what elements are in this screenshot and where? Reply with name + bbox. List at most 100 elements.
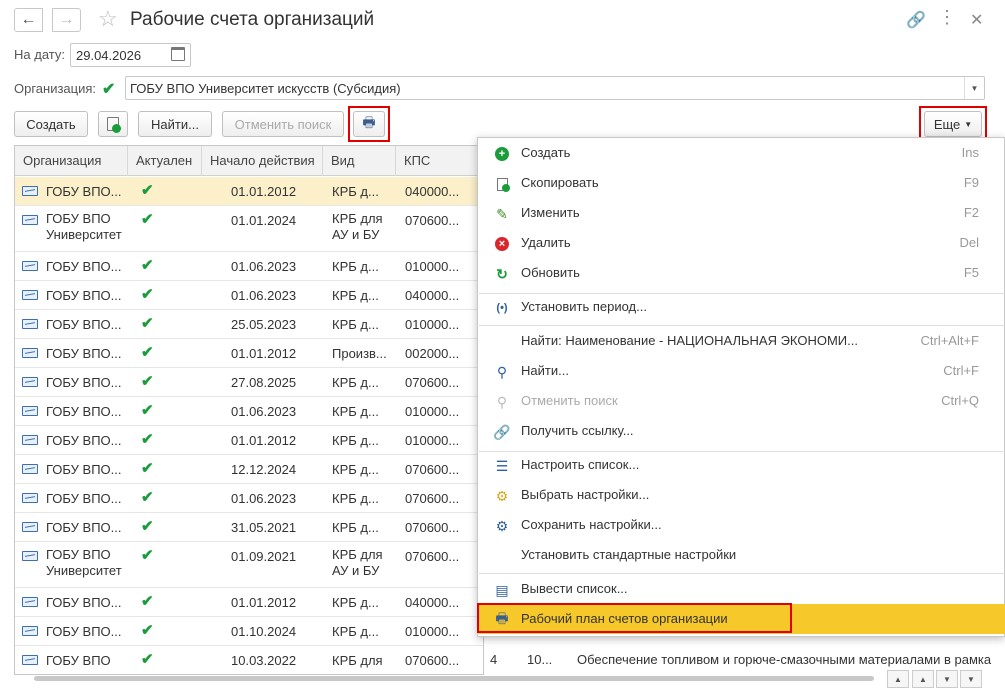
cell-start-date: 01.01.2024 [231, 213, 297, 228]
menu-item-set-period[interactable]: (•) Установить период... [478, 292, 1005, 322]
menu-item-find-name[interactable]: Найти: Наименование - НАЦИОНАЛЬНАЯ ЭКОНО… [478, 326, 1005, 356]
table-row[interactable]: ГОБУ ВПО... 31.05.2021 КРБ д... 070600... ✔ [15, 513, 483, 542]
table-header: Организация Актуален Начало действия Вид… [15, 146, 483, 176]
table-row[interactable]: ГОБУ ВПО... 01.01.2012 Произв... 002000... ✔ [15, 339, 483, 368]
menu-item-shortcut: Ctrl+Alt+F [920, 333, 979, 348]
menu-item-configure-list[interactable]: ☰ Настроить список... [478, 450, 1005, 480]
more-vertical-icon[interactable]: ⋮ [938, 7, 956, 28]
table-row[interactable]: ГОБУ ВПО... 01.01.2012 КРБ д... 010000... ✔ [15, 426, 483, 455]
menu-item-edit[interactable]: ✎ Изменить F2 [478, 198, 1005, 228]
column-active[interactable]: Актуален [128, 146, 202, 176]
date-field[interactable]: 29.04.2026 [70, 43, 191, 67]
horizontal-scrollbar[interactable] [34, 676, 874, 681]
cell-start-date: 01.06.2023 [231, 491, 297, 506]
copy-button[interactable] [98, 111, 128, 137]
menu-item-save-settings[interactable]: ⚙ Сохранить настройки... [478, 510, 1005, 540]
menu-item-copy[interactable]: Скопировать F9 [478, 168, 1005, 198]
scroll-up-icon[interactable]: ▲ [912, 670, 934, 688]
cancel-search-button[interactable]: Отменить поиск [222, 111, 344, 137]
menu-item-export-list[interactable]: ▤ Вывести список... [478, 574, 1005, 604]
account-record-icon [22, 551, 38, 561]
folder-settings-icon: ⚙ [495, 487, 509, 504]
active-check-icon: ✔ [141, 489, 154, 506]
cell-organization: ГОБУ ВПО... [46, 433, 122, 448]
cell-kind: КРБ д... [332, 624, 379, 639]
org-label: Организация: [14, 81, 97, 96]
menu-item-cancel-search[interactable]: ⚲ Отменить поиск Ctrl+Q [478, 386, 1005, 416]
highlight-frame-more [919, 106, 987, 140]
last-row-col7: 10... [527, 652, 553, 667]
active-check-icon: ✔ [141, 182, 154, 199]
close-icon[interactable]: ✕ [970, 10, 983, 30]
table-row[interactable]: ГОБУ ВПО... 01.06.2023 КРБ д... 010000... ✔ [15, 397, 483, 426]
table-row[interactable]: ГОБУ ВПО... 01.10.2024 КРБ д... 010000... ✔ [15, 617, 483, 646]
cell-kps: 070600... [405, 375, 460, 390]
cell-kps: 070600... [405, 520, 460, 535]
menu-item-delete[interactable]: × Удалить Del [478, 228, 1005, 258]
menu-item-create[interactable]: + Создать Ins [478, 138, 1005, 168]
back-button[interactable]: ← [14, 8, 43, 32]
list-settings-icon: ☰ [495, 457, 509, 474]
find-button[interactable]: Найти... [138, 111, 212, 137]
active-check-icon: ✔ [141, 547, 154, 564]
menu-item-shortcut: F5 [963, 265, 979, 280]
window-title: Рабочие счета организаций [130, 9, 375, 30]
table-row[interactable]: ГОБУ ВПО Университет 01.01.2024 КРБ для АУ… [15, 206, 483, 252]
favorite-star-icon[interactable]: ☆ [98, 6, 118, 32]
cell-start-date: 01.01.2012 [231, 184, 297, 199]
menu-item-refresh[interactable]: ↻ Обновить F5 [478, 258, 1005, 288]
cell-start-date: 01.01.2012 [231, 346, 297, 361]
chevron-down-icon[interactable]: ▼ [964, 77, 984, 99]
scroll-top-icon[interactable]: ▲ [887, 670, 909, 688]
account-record-icon [22, 186, 38, 196]
arrow-right-icon: → [58, 11, 75, 28]
scroll-down-icon[interactable]: ▼ [936, 670, 958, 688]
column-kps[interactable]: КПС [396, 146, 483, 176]
menu-item-default-settings[interactable]: Установить стандартные настройки [478, 540, 1005, 570]
calendar-icon[interactable] [171, 47, 185, 61]
table-row[interactable]: ГОБУ ВПО... 12.12.2024 КРБ д... 070600... ✔ [15, 455, 483, 484]
table-row[interactable]: ГОБУ ВПО... 01.06.2023 КРБ д... 070600... ✔ [15, 484, 483, 513]
menu-item-label: Удалить [521, 235, 571, 250]
account-record-icon [22, 377, 38, 387]
org-filter-checkbox[interactable]: ✔ [102, 79, 115, 99]
menu-item-find[interactable]: ⚲ Найти... Ctrl+F [478, 356, 1005, 386]
menu-item-label: Выбрать настройки... [521, 487, 650, 502]
create-button[interactable]: Создать [14, 111, 88, 137]
cell-kind: КРБ д... [332, 184, 379, 199]
table-row[interactable]: ГОБУ ВПО Университет 01.09.2021 КРБ для АУ… [15, 542, 483, 588]
forward-button[interactable]: → [52, 8, 81, 32]
table-row[interactable]: ГОБУ ВПО 10.03.2022 КРБ для 070600... ✔ [15, 646, 483, 674]
active-check-icon: ✔ [141, 315, 154, 332]
cell-start-date: 01.06.2023 [231, 259, 297, 274]
cell-kps: 070600... [405, 213, 460, 228]
org-field[interactable]: ГОБУ ВПО Университет искусств (Субсидия)… [125, 76, 985, 100]
menu-item-label: Сохранить настройки... [521, 517, 662, 532]
cell-kps: 040000... [405, 288, 460, 303]
cell-start-date: 01.06.2023 [231, 288, 297, 303]
column-kind[interactable]: Вид [323, 146, 396, 176]
menu-item-label: Получить ссылку... [521, 423, 634, 438]
table-row[interactable]: ГОБУ ВПО... 27.08.2025 КРБ д... 070600... ✔ [15, 368, 483, 397]
cell-kind: КРБ д... [332, 491, 379, 506]
table-row[interactable]: ГОБУ ВПО... 01.01.2012 КРБ д... 040000... ✔ [15, 588, 483, 617]
highlight-frame-print [348, 106, 390, 142]
column-organization[interactable]: Организация [15, 146, 128, 176]
table-row[interactable]: ГОБУ ВПО... 25.05.2023 КРБ д... 010000... ✔ [15, 310, 483, 339]
cell-kps: 010000... [405, 624, 460, 639]
active-check-icon: ✔ [141, 518, 154, 535]
table-row[interactable]: ГОБУ ВПО... 01.01.2012 КРБ д... 040000... ✔ [15, 177, 483, 206]
column-start-date[interactable]: Начало действия [202, 146, 323, 176]
menu-item-get-link[interactable]: 🔗 Получить ссылку... [478, 416, 1005, 446]
cell-start-date: 01.01.2012 [231, 433, 297, 448]
table-row[interactable]: ГОБУ ВПО... 01.06.2023 КРБ д... 040000... ✔ [15, 281, 483, 310]
link-icon[interactable]: 🔗 [906, 10, 926, 30]
cell-kind: КРБ д... [332, 317, 379, 332]
scroll-bottom-icon[interactable]: ▼ [960, 670, 982, 688]
cell-kind: КРБ д... [332, 595, 379, 610]
menu-item-choose-settings[interactable]: ⚙ Выбрать настройки... [478, 480, 1005, 510]
date-value: 29.04.2026 [76, 48, 142, 63]
cell-start-date: 31.05.2021 [231, 520, 297, 535]
table-row[interactable]: ГОБУ ВПО... 01.06.2023 КРБ д... 010000... ✔ [15, 252, 483, 281]
active-check-icon: ✔ [141, 344, 154, 361]
